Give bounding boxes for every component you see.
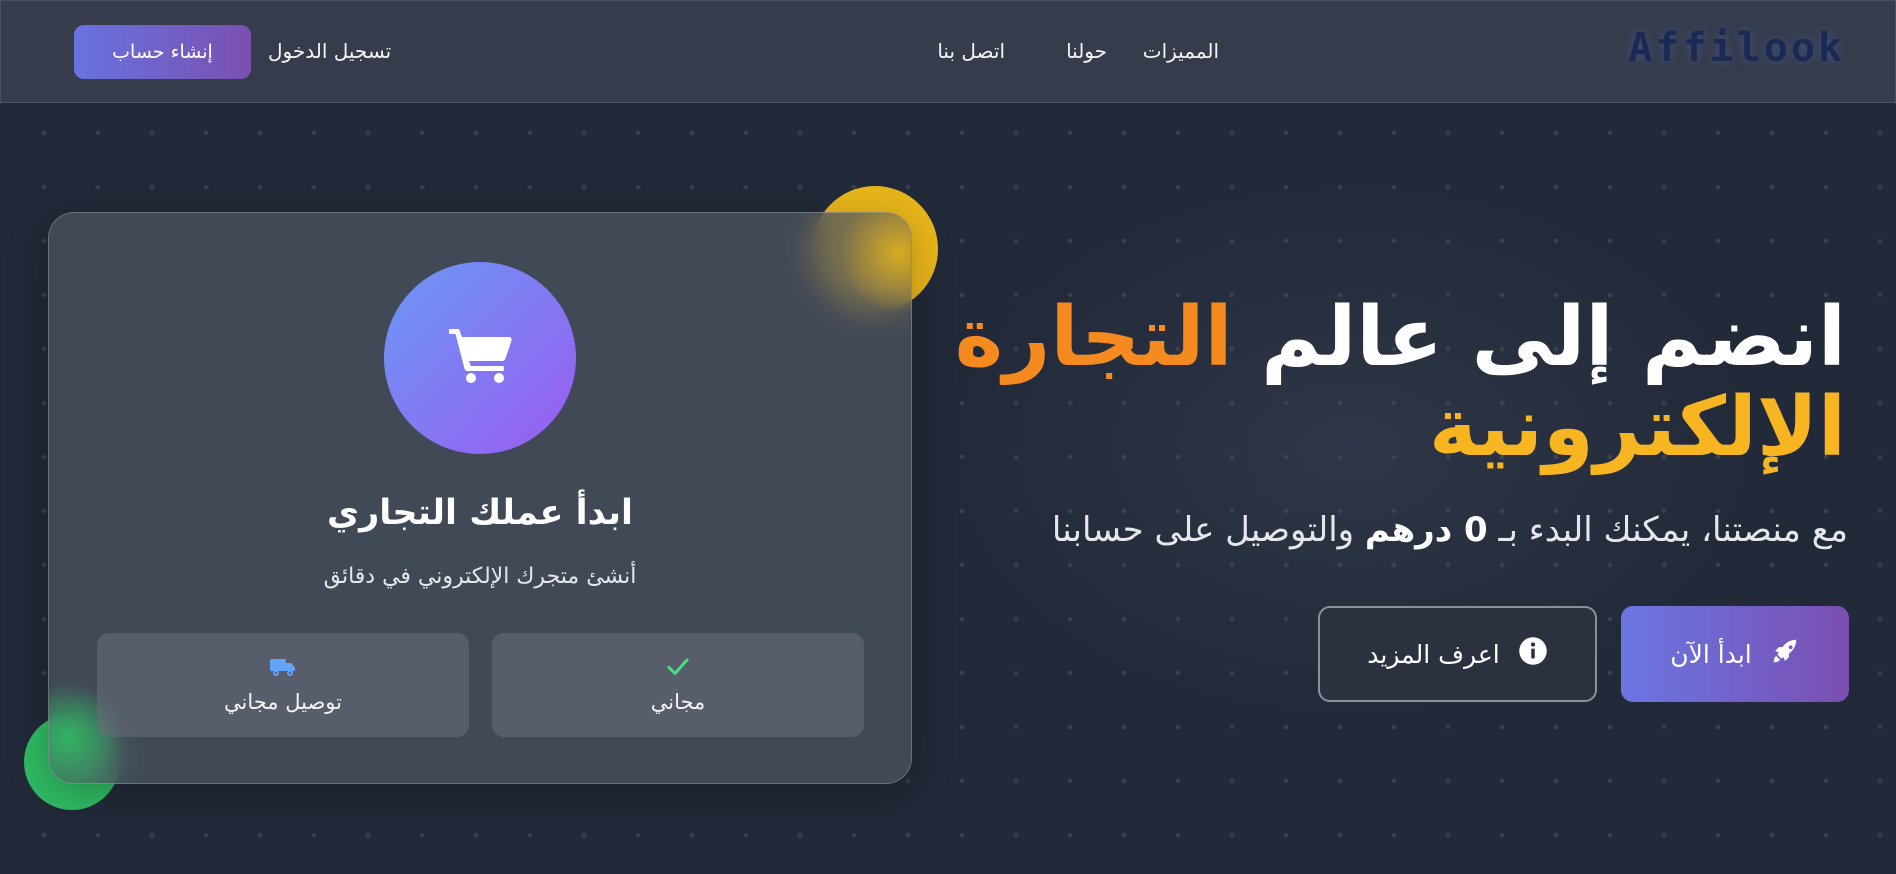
hero-title-part-1: انضم إلى عالم	[1261, 290, 1846, 385]
landing-page: Affilook المميزات حولنا اتصل بنا تسجيل ا…	[0, 0, 1896, 874]
feature-free: مجاني	[492, 633, 864, 737]
hero-subtitle: مع منصتنا، يمكنك البدء بـ 0 درهم والتوصي…	[1052, 510, 1848, 550]
learn-more-button[interactable]: اعرف المزيد	[1318, 606, 1597, 702]
info-icon	[1518, 636, 1548, 672]
hero-subtitle-part-2: والتوصيل على حسابنا	[1051, 510, 1355, 550]
feature-free-delivery-label: توصيل مجاني	[224, 690, 342, 714]
learn-more-label: اعرف المزيد	[1367, 639, 1500, 669]
hero-subtitle-part-1: مع منصتنا، يمكنك البدء بـ	[1498, 510, 1848, 550]
hero-title-highlight-yellow: الإلكترونية	[1428, 380, 1846, 475]
card-title: ابدأ عملك التجاري	[327, 493, 633, 533]
hero-title: انضم إلى عالم التجارة الإلكترونية	[946, 293, 1846, 473]
rocket-icon	[1770, 636, 1800, 672]
feature-free-delivery: توصيل مجاني	[97, 633, 469, 737]
start-now-button[interactable]: ابدأ الآن	[1621, 606, 1849, 702]
check-icon	[666, 656, 690, 682]
feature-card: ابدأ عملك التجاري أنشئ متجرك الإلكتروني …	[48, 212, 912, 784]
cart-icon-circle	[384, 262, 576, 454]
signup-button[interactable]: إنشاء حساب	[74, 25, 251, 79]
delivery-truck-icon	[269, 656, 297, 682]
nav-link-about[interactable]: حولنا	[1066, 39, 1107, 63]
hero-title-highlight-orange: التجارة	[954, 290, 1233, 385]
nav-link-features[interactable]: المميزات	[1143, 39, 1219, 63]
card-glow-yellow	[839, 213, 911, 313]
feature-free-label: مجاني	[650, 690, 706, 714]
top-navbar: Affilook المميزات حولنا اتصل بنا تسجيل ا…	[0, 0, 1896, 103]
hero-subtitle-price: 0 درهم	[1364, 510, 1488, 550]
nav-link-contact[interactable]: اتصل بنا	[937, 39, 1005, 63]
start-now-label: ابدأ الآن	[1670, 639, 1752, 669]
brand-logo[interactable]: Affilook	[1628, 25, 1845, 75]
login-link[interactable]: تسجيل الدخول	[268, 39, 391, 63]
card-subtitle: أنشئ متجرك الإلكتروني في دقائق	[323, 564, 637, 589]
shopping-cart-icon	[447, 327, 513, 389]
